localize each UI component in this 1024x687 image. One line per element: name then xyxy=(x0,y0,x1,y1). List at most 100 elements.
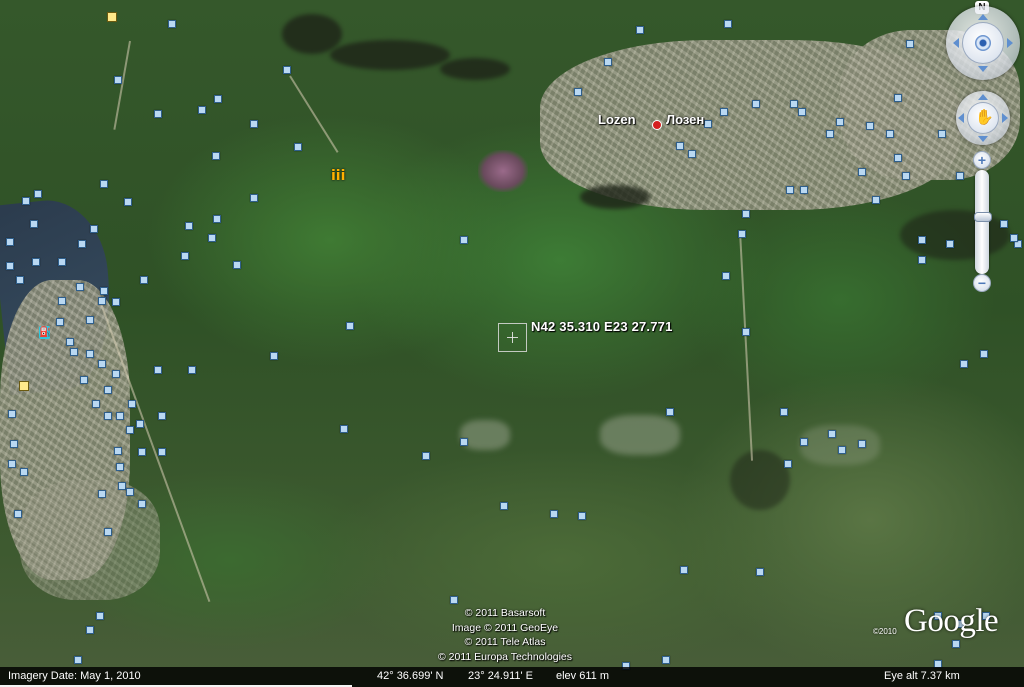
photo-placemark-icon[interactable] xyxy=(124,198,132,206)
photo-placemark-icon[interactable] xyxy=(20,468,28,476)
photo-placemark-icon[interactable] xyxy=(704,120,712,128)
photo-placemark-icon[interactable] xyxy=(578,512,586,520)
look-left-arrow-icon[interactable] xyxy=(953,38,959,48)
photo-placemark-icon[interactable] xyxy=(16,276,24,284)
photo-placemark-icon[interactable] xyxy=(58,297,66,305)
photo-placemark-icon[interactable] xyxy=(662,656,670,664)
photo-placemark-icon[interactable] xyxy=(14,510,22,518)
photo-placemark-icon[interactable] xyxy=(116,412,124,420)
photo-placemark-icon[interactable] xyxy=(126,488,134,496)
photo-placemark-icon[interactable] xyxy=(838,446,846,454)
photo-placemark-icon[interactable] xyxy=(86,316,94,324)
photo-placemark-icon[interactable] xyxy=(214,95,222,103)
move-up-arrow-icon[interactable] xyxy=(978,94,988,100)
photo-placemark-icon[interactable] xyxy=(104,386,112,394)
satellite-map[interactable]: ⛽ ⅰⅰⅰ Lozen Лозен N42 35.310 E23 27.771 xyxy=(0,0,1024,687)
photo-placemark-icon[interactable] xyxy=(100,287,108,295)
photo-placemark-icon[interactable] xyxy=(866,122,874,130)
photo-placemark-icon[interactable] xyxy=(56,318,64,326)
photo-placemark-icon[interactable] xyxy=(118,482,126,490)
photo-placemark-icon[interactable] xyxy=(10,440,18,448)
photo-placemark-icon[interactable] xyxy=(756,568,764,576)
look-right-arrow-icon[interactable] xyxy=(1007,38,1013,48)
photo-placemark-icon[interactable] xyxy=(8,410,16,418)
photo-placemark-icon[interactable] xyxy=(724,20,732,28)
photo-placemark-icon[interactable] xyxy=(283,66,291,74)
photo-placemark-icon[interactable] xyxy=(86,350,94,358)
photo-placemark-icon[interactable] xyxy=(680,566,688,574)
photo-placemark-icon[interactable] xyxy=(114,447,122,455)
photo-placemark-icon[interactable] xyxy=(70,348,78,356)
move-left-arrow-icon[interactable] xyxy=(958,113,964,123)
photo-placemark-icon[interactable] xyxy=(894,94,902,102)
photo-placemark-icon[interactable] xyxy=(752,100,760,108)
photo-placemark-icon[interactable] xyxy=(136,420,144,428)
photo-placemark-icon[interactable] xyxy=(800,186,808,194)
poi-marker[interactable] xyxy=(107,12,117,22)
photo-placemark-icon[interactable] xyxy=(722,272,730,280)
photo-placemark-icon[interactable] xyxy=(636,26,644,34)
photo-placemark-icon[interactable] xyxy=(34,190,42,198)
photo-placemark-icon[interactable] xyxy=(78,240,86,248)
photo-placemark-icon[interactable] xyxy=(780,408,788,416)
photo-placemark-icon[interactable] xyxy=(138,448,146,456)
photo-placemark-icon[interactable] xyxy=(858,168,866,176)
photo-placemark-icon[interactable] xyxy=(58,258,66,266)
photo-placemark-icon[interactable] xyxy=(6,238,14,246)
photo-placemark-icon[interactable] xyxy=(886,130,894,138)
photo-placemark-icon[interactable] xyxy=(340,425,348,433)
photo-placemark-icon[interactable] xyxy=(114,76,122,84)
photo-placemark-icon[interactable] xyxy=(894,154,902,162)
photo-placemark-icon[interactable] xyxy=(104,528,112,536)
photo-placemark-icon[interactable] xyxy=(956,172,964,180)
photo-placemark-icon[interactable] xyxy=(872,196,880,204)
photo-placemark-icon[interactable] xyxy=(800,438,808,446)
photo-placemark-icon[interactable] xyxy=(92,400,100,408)
photo-placemark-icon[interactable] xyxy=(233,261,241,269)
photo-placemark-icon[interactable] xyxy=(76,283,84,291)
photo-placemark-icon[interactable] xyxy=(1010,234,1018,242)
photo-placemark-icon[interactable] xyxy=(906,40,914,48)
place-label-cyrillic[interactable]: Лозен xyxy=(666,112,704,127)
photo-placemark-icon[interactable] xyxy=(250,194,258,202)
photo-placemark-icon[interactable] xyxy=(980,350,988,358)
photo-placemark-icon[interactable] xyxy=(98,297,106,305)
photo-placemark-icon[interactable] xyxy=(460,438,468,446)
photo-placemark-icon[interactable] xyxy=(786,186,794,194)
photo-placemark-icon[interactable] xyxy=(742,328,750,336)
photo-placemark-icon[interactable] xyxy=(346,322,354,330)
photo-placemark-icon[interactable] xyxy=(784,460,792,468)
photo-placemark-icon[interactable] xyxy=(738,230,746,238)
zoom-slider-handle[interactable] xyxy=(974,212,992,222)
photo-placemark-icon[interactable] xyxy=(128,400,136,408)
move-right-arrow-icon[interactable] xyxy=(1002,113,1008,123)
photo-placemark-icon[interactable] xyxy=(116,463,124,471)
photo-placemark-icon[interactable] xyxy=(22,197,30,205)
museum-icon[interactable]: ⅰⅰⅰ xyxy=(331,167,345,184)
photo-placemark-icon[interactable] xyxy=(790,100,798,108)
photo-placemark-icon[interactable] xyxy=(80,376,88,384)
photo-placemark-icon[interactable] xyxy=(100,180,108,188)
photo-placemark-icon[interactable] xyxy=(208,234,216,242)
photo-placemark-icon[interactable] xyxy=(918,256,926,264)
photo-placemark-icon[interactable] xyxy=(104,412,112,420)
photo-placemark-icon[interactable] xyxy=(30,220,38,228)
photo-placemark-icon[interactable] xyxy=(798,108,806,116)
photo-placemark-icon[interactable] xyxy=(666,408,674,416)
photo-placemark-icon[interactable] xyxy=(858,440,866,448)
photo-placemark-icon[interactable] xyxy=(1000,220,1008,228)
photo-placemark-icon[interactable] xyxy=(112,298,120,306)
photo-placemark-icon[interactable] xyxy=(550,510,558,518)
photo-placemark-icon[interactable] xyxy=(140,276,148,284)
photo-placemark-icon[interactable] xyxy=(294,143,302,151)
photo-placemark-icon[interactable] xyxy=(98,490,106,498)
photo-placemark-icon[interactable] xyxy=(158,448,166,456)
photo-placemark-icon[interactable] xyxy=(74,656,82,664)
photo-placemark-icon[interactable] xyxy=(158,412,166,420)
photo-placemark-icon[interactable] xyxy=(188,366,196,374)
photo-placemark-icon[interactable] xyxy=(86,626,94,634)
photo-placemark-icon[interactable] xyxy=(676,142,684,150)
photo-placemark-icon[interactable] xyxy=(32,258,40,266)
zoom-in-button[interactable]: + xyxy=(973,151,991,169)
photo-placemark-icon[interactable] xyxy=(828,430,836,438)
